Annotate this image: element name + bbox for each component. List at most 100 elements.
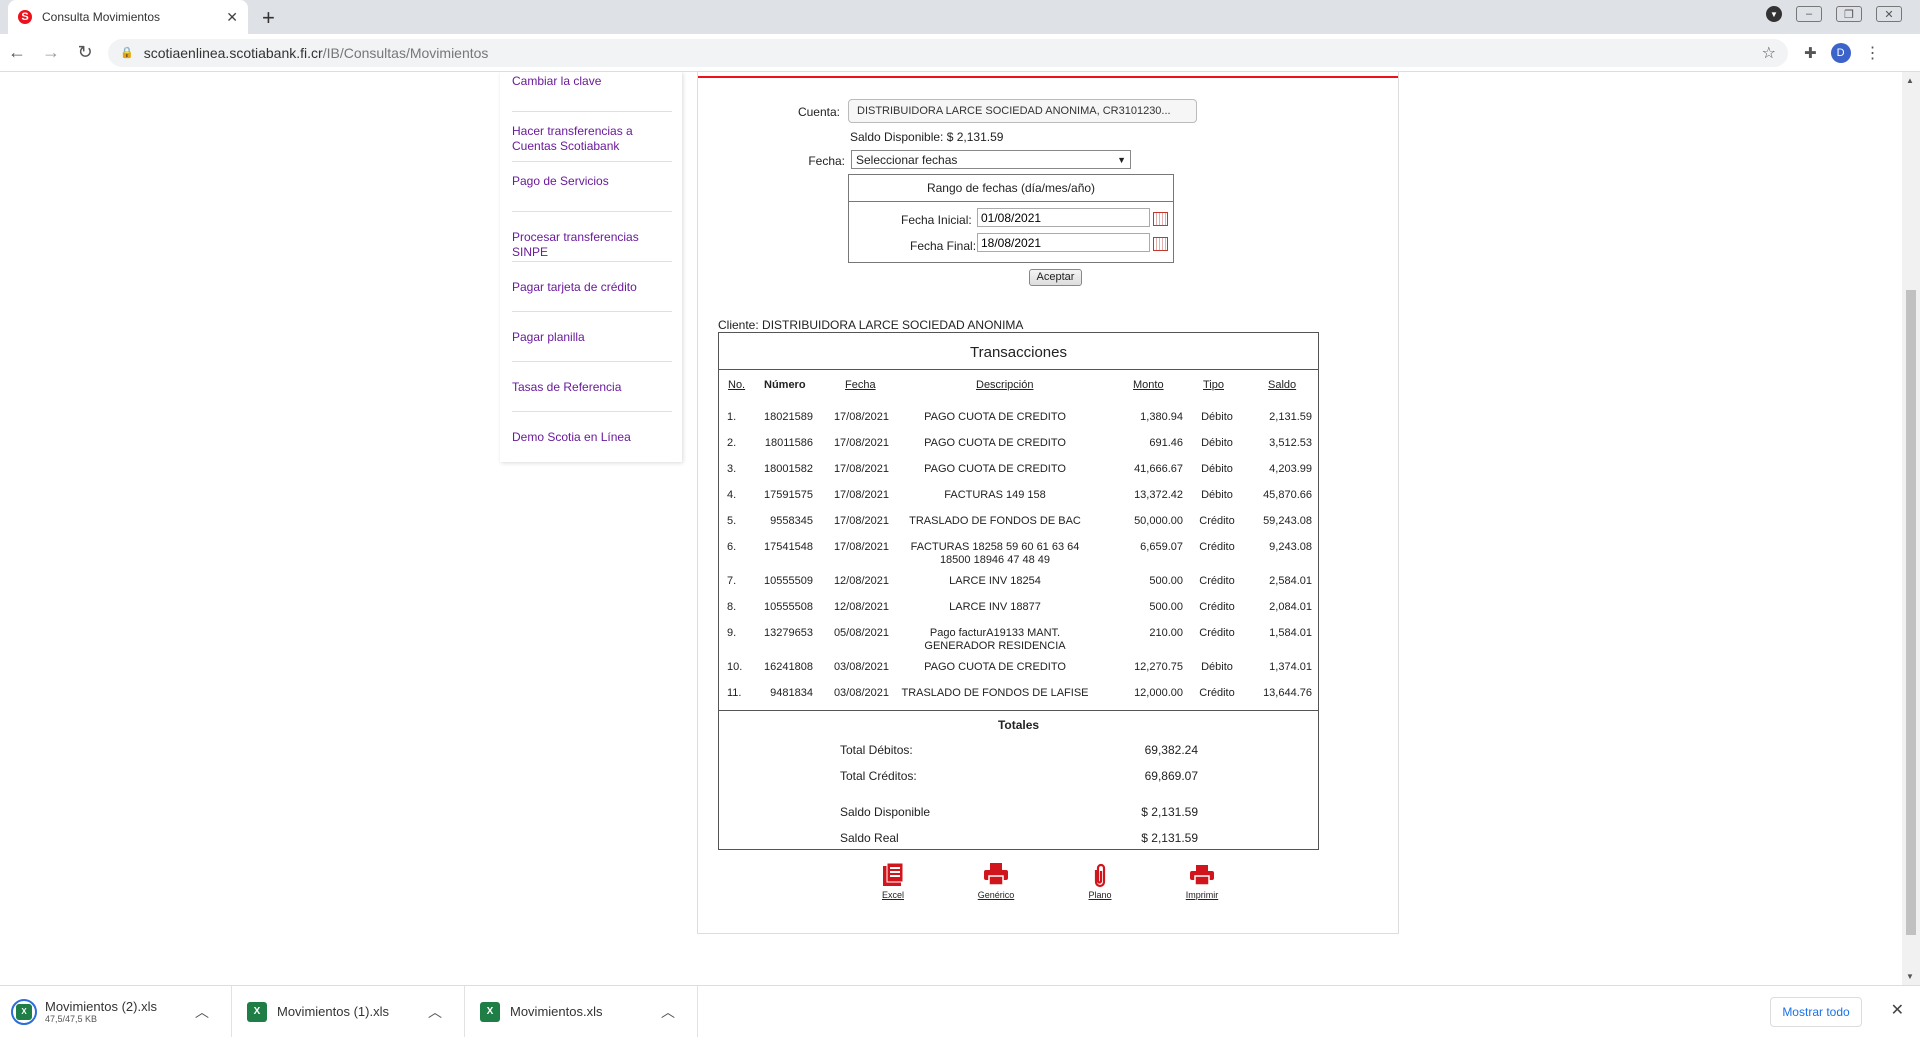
col-header-fecha[interactable]: Fecha bbox=[845, 379, 876, 391]
excel-file-icon: X bbox=[247, 1001, 267, 1022]
page-scrollbar[interactable]: ▲ ▼ bbox=[1902, 72, 1920, 985]
sidebar-item-pago-servicios[interactable]: Pago de Servicios bbox=[512, 162, 672, 212]
minimize-button[interactable]: – bbox=[1796, 6, 1822, 22]
print-button[interactable]: Imprimir bbox=[1177, 862, 1227, 900]
sidebar-item-tarjeta-credito[interactable]: Pagar tarjeta de crédito bbox=[512, 262, 672, 312]
col-header-no[interactable]: No. bbox=[728, 379, 745, 391]
cell-balance: 45,870.66 bbox=[1263, 489, 1312, 501]
chevron-up-icon[interactable]: ︿ bbox=[661, 1002, 675, 1022]
cell-num: 18001582 bbox=[764, 463, 813, 475]
cell-num: 13279653 bbox=[764, 627, 813, 639]
col-header-saldo[interactable]: Saldo bbox=[1268, 379, 1296, 391]
total-credits-value: 69,869.07 bbox=[1144, 769, 1198, 783]
cell-date: 12/08/2021 bbox=[833, 601, 889, 613]
start-date-input[interactable] bbox=[977, 208, 1150, 227]
sidebar-item-label: Cambiar la clave bbox=[512, 74, 602, 88]
chevron-up-icon[interactable]: ︿ bbox=[195, 1002, 209, 1022]
accept-button[interactable]: Aceptar bbox=[1029, 269, 1082, 286]
col-header-descripcion[interactable]: Descripción bbox=[976, 379, 1033, 391]
cell-num: 10555508 bbox=[764, 601, 813, 613]
cell-balance: 1,584.01 bbox=[1269, 627, 1312, 639]
sidebar-item-tasas-referencia[interactable]: Tasas de Referencia bbox=[512, 362, 672, 412]
cell-balance: 13,644.76 bbox=[1263, 687, 1312, 699]
lock-icon[interactable]: 🔒 bbox=[120, 46, 134, 59]
back-icon[interactable]: ← bbox=[0, 42, 34, 63]
restore-button[interactable]: ❐ bbox=[1836, 6, 1862, 22]
menu-kebab-icon[interactable]: ⋮ bbox=[1865, 43, 1881, 63]
sidebar-item-label: Hacer transferencias a Cuentas Scotiaban… bbox=[512, 124, 633, 153]
chevron-up-icon[interactable]: ︿ bbox=[428, 1002, 442, 1022]
scotiabank-logo-icon: S bbox=[18, 10, 32, 24]
cell-amount: 12,270.75 bbox=[1134, 661, 1183, 673]
cell-amount: 500.00 bbox=[1149, 601, 1183, 613]
bookmark-star-icon[interactable]: ☆ bbox=[1762, 43, 1776, 63]
export-label: Genérico bbox=[977, 890, 1015, 900]
export-plain-button[interactable]: Plano bbox=[1075, 862, 1125, 900]
browser-tab[interactable]: S Consulta Movimientos ✕ bbox=[8, 0, 248, 34]
cell-desc: PAGO CUOTA DE CREDITO bbox=[924, 463, 1066, 475]
profile-avatar[interactable]: D bbox=[1830, 42, 1851, 63]
totals-section: Totales Total Débitos: 69,382.24 Total C… bbox=[719, 710, 1318, 850]
cell-balance: 9,243.08 bbox=[1269, 541, 1312, 553]
end-date-input[interactable] bbox=[977, 233, 1150, 252]
export-label: Plano bbox=[1088, 890, 1112, 900]
tab-search-icon[interactable]: ▼ bbox=[1766, 6, 1782, 22]
col-header-tipo[interactable]: Tipo bbox=[1203, 379, 1224, 391]
address-bar[interactable]: 🔒 scotiaenlinea.scotiabank.fi.cr/IB/Cons… bbox=[108, 38, 1788, 67]
export-excel-button[interactable]: Excel bbox=[868, 862, 918, 900]
cell-desc: TRASLADO DE FONDOS DE LAFISE bbox=[901, 687, 1089, 699]
close-tab-icon[interactable]: ✕ bbox=[226, 9, 238, 26]
download-item[interactable]: X Movimientos.xls ︿ bbox=[466, 986, 698, 1037]
cell-amount: 210.00 bbox=[1149, 627, 1183, 639]
calendar-icon[interactable] bbox=[1153, 237, 1168, 251]
scrollbar-thumb[interactable] bbox=[1906, 290, 1916, 935]
total-debits-value: 69,382.24 bbox=[1144, 743, 1198, 757]
close-downloads-icon[interactable]: ✕ bbox=[1891, 1000, 1904, 1020]
sidebar-item-transferencias-scotiabank[interactable]: Hacer transferencias a Cuentas Scotiaban… bbox=[512, 112, 672, 162]
calendar-icon[interactable] bbox=[1153, 212, 1168, 226]
sidebar-item-cambiar-clave[interactable]: Cambiar la clave bbox=[512, 72, 672, 112]
reload-icon[interactable]: ↻ bbox=[68, 42, 102, 63]
cell-amount: 6,659.07 bbox=[1140, 541, 1183, 553]
excel-file-icon: X bbox=[480, 1001, 500, 1022]
end-date-label: Fecha Final: bbox=[910, 239, 977, 253]
cell-num: 18011586 bbox=[764, 437, 813, 449]
available-balance-text: Saldo Disponible: $ 2,131.59 bbox=[850, 130, 1004, 144]
cell-date: 17/08/2021 bbox=[833, 411, 889, 423]
cell-num: 18021589 bbox=[764, 411, 813, 423]
real-balance-label: Saldo Real bbox=[840, 831, 899, 845]
export-generic-button[interactable]: Genérico bbox=[971, 862, 1021, 900]
account-selector[interactable]: DISTRIBUIDORA LARCE SOCIEDAD ANONIMA, CR… bbox=[848, 99, 1197, 123]
scroll-up-icon[interactable]: ▲ bbox=[1906, 76, 1914, 85]
cell-date: 17/08/2021 bbox=[833, 463, 889, 475]
close-window-button[interactable]: ✕ bbox=[1876, 6, 1902, 22]
download-filename: Movimientos (1).xls bbox=[277, 1004, 389, 1019]
page-viewport: Cambiar la clave Hacer transferencias a … bbox=[0, 72, 1902, 985]
sidebar-item-label: Pagar planilla bbox=[512, 330, 585, 344]
cell-balance: 3,512.53 bbox=[1269, 437, 1312, 449]
date-filter-select[interactable]: Seleccionar fechas ▼ bbox=[851, 150, 1131, 169]
available-balance-value: $ 2,131.59 bbox=[1141, 805, 1198, 819]
col-header-monto[interactable]: Monto bbox=[1133, 379, 1164, 391]
date-label: Fecha: bbox=[808, 154, 845, 168]
cell-num: 9481834 bbox=[770, 687, 813, 699]
movements-panel: Cuenta: DISTRIBUIDORA LARCE SOCIEDAD ANO… bbox=[697, 72, 1399, 934]
download-filename: Movimientos (2).xls bbox=[45, 999, 157, 1014]
cell-desc: LARCE INV 18877 bbox=[949, 601, 1041, 613]
download-item[interactable]: X Movimientos (1).xls ︿ bbox=[233, 986, 465, 1037]
cell-num: 10555509 bbox=[764, 575, 813, 587]
date-range-box: Rango de fechas (día/mes/año) Fecha Inic… bbox=[848, 174, 1174, 263]
cell-type: Crédito bbox=[1199, 541, 1235, 553]
sidebar-item-demo[interactable]: Demo Scotia en Línea bbox=[512, 412, 672, 462]
url-path: /IB/Consultas/Movimientos bbox=[322, 44, 489, 61]
sidebar-item-sinpe[interactable]: Procesar transferencias SINPE bbox=[512, 212, 672, 262]
sidebar-item-planilla[interactable]: Pagar planilla bbox=[512, 312, 672, 362]
cell-type: Débito bbox=[1201, 661, 1233, 673]
scroll-down-icon[interactable]: ▼ bbox=[1906, 972, 1914, 981]
download-item[interactable]: X Movimientos (2).xls 47,5/47,5 KB ︿ bbox=[0, 986, 232, 1037]
new-tab-button[interactable]: + bbox=[262, 5, 275, 31]
forward-icon[interactable]: → bbox=[34, 42, 68, 63]
extensions-icon[interactable]: ✚ bbox=[1804, 44, 1817, 62]
show-all-downloads-button[interactable]: Mostrar todo bbox=[1770, 997, 1862, 1027]
available-balance-label: Saldo Disponible bbox=[840, 805, 931, 819]
